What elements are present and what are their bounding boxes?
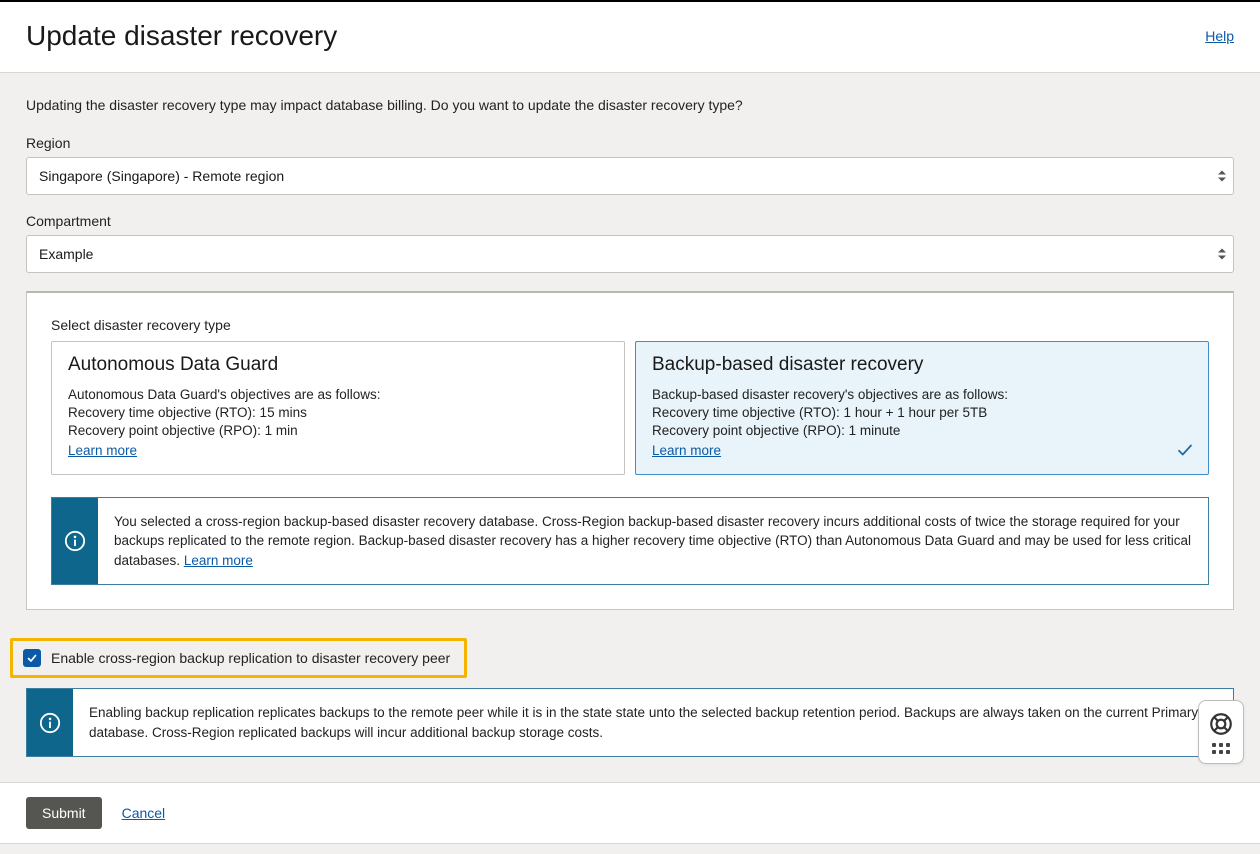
dr-card-text: Recovery point objective (RPO): 1 min <box>68 422 608 440</box>
dr-card-text: Autonomous Data Guard's objectives are a… <box>68 386 608 404</box>
region-value: Singapore (Singapore) - Remote region <box>39 168 284 184</box>
info-text: Enabling backup replication replicates b… <box>89 705 1198 740</box>
dr-type-panel: Select disaster recovery type Autonomous… <box>26 291 1234 610</box>
page-title: Update disaster recovery <box>26 20 337 52</box>
dr-card-title: Autonomous Data Guard <box>68 354 608 376</box>
dr-type-heading: Select disaster recovery type <box>51 317 1209 333</box>
info-text: You selected a cross-region backup-based… <box>114 514 1191 568</box>
compartment-value: Example <box>39 246 93 262</box>
info-banner: Enabling backup replication replicates b… <box>26 688 1234 757</box>
dr-card-backup[interactable]: Backup-based disaster recovery Backup-ba… <box>635 341 1209 475</box>
learn-more-link[interactable]: Learn more <box>652 443 721 458</box>
compartment-label: Compartment <box>26 213 1234 229</box>
dr-card-text: Recovery point objective (RPO): 1 minute <box>652 422 1192 440</box>
dialog-footer: Submit Cancel <box>0 782 1260 844</box>
dialog-header: Update disaster recovery Help <box>0 0 1260 73</box>
dr-card-text: Recovery time objective (RTO): 15 mins <box>68 404 608 422</box>
submit-button[interactable]: Submit <box>26 797 102 829</box>
info-icon <box>52 498 98 585</box>
region-select[interactable]: Singapore (Singapore) - Remote region <box>26 157 1234 195</box>
learn-more-link[interactable]: Learn more <box>184 553 253 568</box>
dr-card-text: Recovery time objective (RTO): 1 hour + … <box>652 404 1192 422</box>
cancel-link[interactable]: Cancel <box>122 805 166 821</box>
enable-cross-region-checkbox-row: Enable cross-region backup replication t… <box>10 638 467 678</box>
grip-icon <box>1212 743 1230 754</box>
dr-card-text: Backup-based disaster recovery's objecti… <box>652 386 1192 404</box>
info-banner: You selected a cross-region backup-based… <box>51 497 1209 586</box>
enable-cross-region-checkbox[interactable] <box>23 649 41 667</box>
learn-more-link[interactable]: Learn more <box>68 443 137 458</box>
help-link[interactable]: Help <box>1205 28 1234 44</box>
region-label: Region <box>26 135 1234 151</box>
dr-card-adg[interactable]: Autonomous Data Guard Autonomous Data Gu… <box>51 341 625 475</box>
lifebuoy-icon <box>1208 711 1234 737</box>
compartment-select[interactable]: Example <box>26 235 1234 273</box>
checkbox-label: Enable cross-region backup replication t… <box>51 650 450 666</box>
check-icon <box>1176 441 1194 464</box>
info-icon <box>27 689 73 756</box>
support-widget[interactable] <box>1198 700 1244 764</box>
intro-text: Updating the disaster recovery type may … <box>26 97 1234 113</box>
dr-card-title: Backup-based disaster recovery <box>652 354 1192 376</box>
